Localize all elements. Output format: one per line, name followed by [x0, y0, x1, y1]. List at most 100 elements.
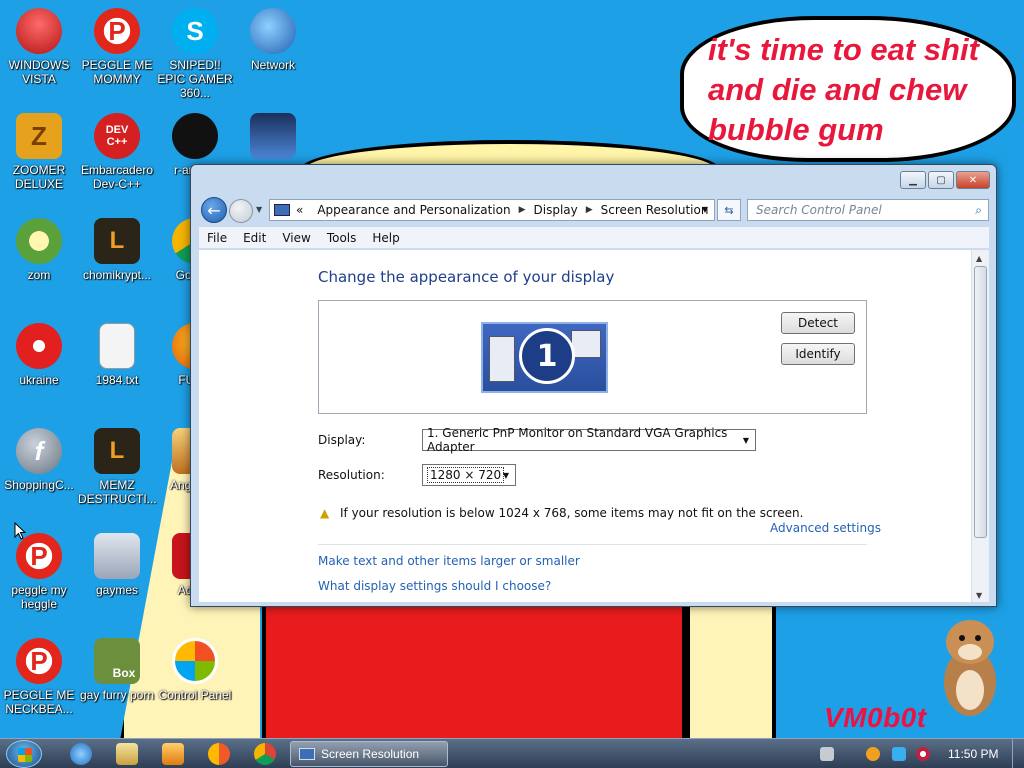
vertical-scrollbar[interactable]: ▲ ▼: [971, 250, 989, 602]
desktop-icon-shopping[interactable]: f ShoppingC...: [0, 428, 78, 492]
refresh-button[interactable]: ⇆: [717, 199, 741, 221]
desktop-icon-label: PEGGLE ME NECKBEA...: [3, 688, 75, 716]
wallpaper-red-shirt: [262, 600, 686, 738]
taskbar-clock[interactable]: 11:50 PM: [948, 747, 998, 761]
address-bar[interactable]: « Appearance and Personalization ▶ Displ…: [269, 199, 715, 221]
start-button[interactable]: [6, 740, 42, 768]
explorer-icon[interactable]: [116, 743, 138, 765]
skype-icon: S: [172, 8, 218, 54]
resolution-select[interactable]: 1280 × 720 ▼: [422, 464, 516, 486]
internet-explorer-icon[interactable]: [70, 743, 92, 765]
peggle-icon: P: [16, 638, 62, 684]
plant-icon: [16, 218, 62, 264]
text-size-link[interactable]: Make text and other items larger or smal…: [318, 554, 580, 568]
desktop-icon-control-panel[interactable]: Control Panel: [156, 638, 234, 702]
navigation-bar: ← ▼ « Appearance and Personalization ▶ D…: [199, 195, 989, 223]
desktop-icon-gay-furry-porn[interactable]: Box gay furry porn: [78, 638, 156, 702]
desktop-icon-network[interactable]: Network: [234, 8, 312, 72]
desktop-icon-peggle-me-mommy[interactable]: P PEGGLE ME MOMMY: [78, 8, 156, 86]
control-panel-small-icon: [299, 748, 315, 760]
taskbar-task-label: Screen Resolution: [321, 747, 420, 761]
search-icon[interactable]: ⌕: [975, 203, 982, 218]
desktop-icon-zoomer-deluxe[interactable]: Z ZOOMER DELUXE: [0, 113, 78, 191]
scroll-down-icon[interactable]: ▼: [976, 591, 982, 600]
window-controls: ▁ ▢ ✕: [900, 171, 990, 189]
hamster-icon: [944, 620, 996, 716]
tray-network-icon[interactable]: [820, 747, 834, 761]
box-icon: Box: [94, 638, 140, 684]
breadcrumb-separator-icon[interactable]: ▶: [586, 205, 593, 215]
breadcrumb-overflow[interactable]: «: [296, 203, 303, 217]
thumbnail-window-right: [571, 330, 601, 358]
page-title: Change the appearance of your display: [318, 268, 615, 286]
show-desktop-button[interactable]: [1012, 739, 1024, 768]
desktop-icon-ukraine[interactable]: ukraine: [0, 323, 78, 387]
menu-file[interactable]: File: [207, 231, 227, 245]
minimize-button[interactable]: ▁: [900, 171, 926, 189]
resolution-label: Resolution:: [318, 468, 385, 482]
menu-help[interactable]: Help: [372, 231, 399, 245]
maximize-button[interactable]: ▢: [928, 171, 954, 189]
memz-icon: L: [94, 428, 140, 474]
monitor-1-thumbnail[interactable]: 1: [481, 322, 608, 393]
search-input[interactable]: Search Control Panel ⌕: [747, 199, 989, 221]
paint-icon[interactable]: [208, 743, 230, 765]
display-help-link[interactable]: What display settings should I choose?: [318, 579, 551, 593]
tray-display-icon[interactable]: [892, 747, 906, 761]
advanced-settings-link[interactable]: Advanced settings: [770, 521, 881, 535]
scrollbar-thumb[interactable]: [974, 266, 987, 538]
desktop-icon-peggle-my-heggle[interactable]: P peggle my heggle: [0, 533, 78, 611]
address-dropdown-icon[interactable]: ▼: [702, 205, 708, 214]
breadcrumb-separator-icon[interactable]: ▶: [519, 205, 526, 215]
desktop-icon-peggle-me-neckbeard[interactable]: P PEGGLE ME NECKBEA...: [0, 638, 78, 716]
display-select[interactable]: 1. Generic PnP Monitor on Standard VGA G…: [422, 426, 756, 454]
desktop-icon-windows-vista[interactable]: WINDOWS VISTA: [0, 8, 78, 86]
desktop-icon-sniped[interactable]: S SNIPED!! EPIC GAMER 360...: [156, 8, 234, 100]
display-select-value: 1. Generic PnP Monitor on Standard VGA G…: [427, 426, 728, 454]
desktop-icon-zom[interactable]: zom: [0, 218, 78, 282]
menu-tools[interactable]: Tools: [327, 231, 357, 245]
back-button[interactable]: ←: [201, 197, 227, 223]
wallpaper-yellow-hand: [686, 600, 776, 738]
taskbar-task-screen-resolution[interactable]: Screen Resolution: [290, 741, 448, 767]
recent-pages-dropdown[interactable]: ▼: [256, 205, 262, 214]
identify-button[interactable]: Identify: [781, 343, 855, 365]
chomik-icon: L: [94, 218, 140, 264]
minimize-icon: ▁: [909, 174, 917, 186]
detect-button[interactable]: Detect: [781, 312, 855, 334]
search-placeholder: Search Control Panel: [756, 203, 882, 217]
desktop-icon-devcpp[interactable]: DEV C++ Embarcadero Dev-C++: [78, 113, 156, 191]
resolution-note-text: If your resolution is below 1024 x 768, …: [340, 506, 804, 520]
monitor-arrangement-panel: 1 Detect Identify: [318, 300, 867, 414]
menu-edit[interactable]: Edit: [243, 231, 266, 245]
breadcrumb-display[interactable]: Display: [534, 203, 578, 217]
devcpp-icon: DEV C++: [94, 113, 140, 159]
desktop-icon-monitor-shortcut[interactable]: [234, 113, 312, 163]
forward-button[interactable]: [229, 199, 253, 223]
tray-media-icon[interactable]: [916, 747, 930, 761]
chevron-down-icon: ▼: [742, 436, 749, 445]
desktop-icon-gaymes[interactable]: gaymes: [78, 533, 156, 597]
media-player-icon[interactable]: [162, 743, 184, 765]
text-file-icon: [99, 323, 135, 369]
desktop-icon-label: ShoppingC...: [4, 478, 74, 492]
desktop-icon-label: PEGGLE ME MOMMY: [81, 58, 153, 86]
monitor-shortcut-icon: [250, 113, 296, 159]
desktop-icon-label: SNIPED!! EPIC GAMER 360...: [157, 58, 233, 100]
menu-view[interactable]: View: [282, 231, 310, 245]
tray-search-icon[interactable]: [866, 747, 880, 761]
flash-icon: f: [16, 428, 62, 474]
desktop-icon-label: WINDOWS VISTA: [8, 58, 70, 86]
ranpar-icon: [172, 113, 218, 159]
scroll-up-icon[interactable]: ▲: [976, 254, 982, 263]
breadcrumb-appearance[interactable]: Appearance and Personalization: [317, 203, 510, 217]
taskbar: Screen Resolution 11:50 PM: [0, 738, 1024, 768]
breadcrumb-screen-resolution[interactable]: Screen Resolution: [601, 203, 709, 217]
chrome-icon[interactable]: [254, 743, 276, 765]
desktop-icon-memz[interactable]: L MEMZ DESTRUCTI...: [78, 428, 157, 506]
screen-resolution-window[interactable]: ▁ ▢ ✕ ← ▼ « Appearance and Personalizati…: [190, 164, 997, 607]
content-divider: [318, 544, 867, 545]
desktop-icon-chomikrypt[interactable]: L chomikrypt...: [78, 218, 156, 282]
close-button[interactable]: ✕: [956, 171, 990, 189]
desktop-icon-1984[interactable]: 1984.txt: [78, 323, 156, 387]
